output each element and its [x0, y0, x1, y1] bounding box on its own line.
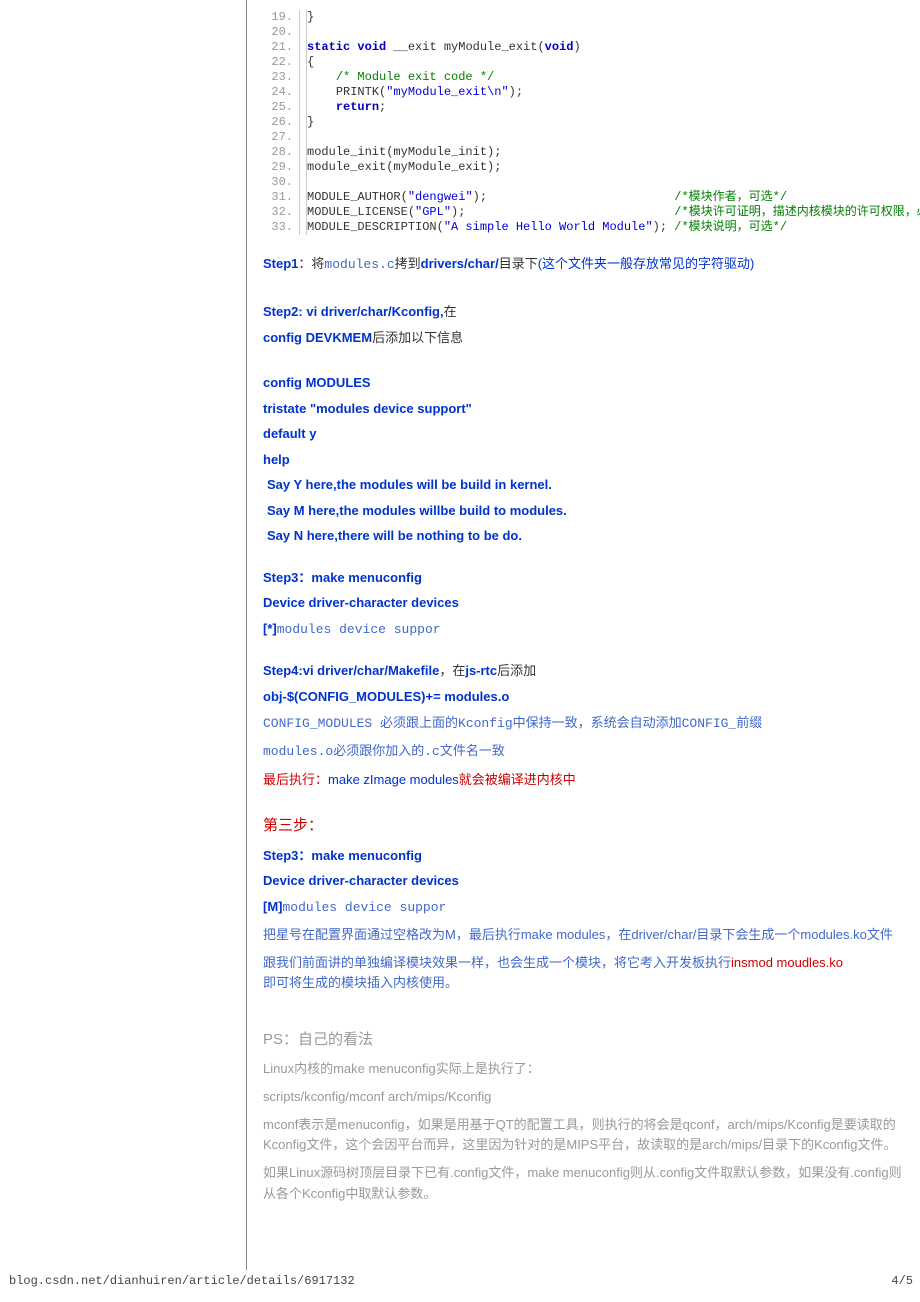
code-line: 29.module_exit(myModule_exit); — [263, 160, 912, 175]
code-line: 28.module_init(myModule_init); — [263, 145, 912, 160]
code-line: 27. — [263, 130, 912, 145]
page-footer: blog.csdn.net/dianhuiren/article/details… — [1, 1274, 920, 1292]
code-line: 30. — [263, 175, 912, 190]
code-line: 22.{ — [263, 55, 912, 70]
code-block: 19.} 20. 21.static void __exit myModule_… — [263, 10, 912, 235]
ps-section: PS：自己的看法 Linux内核的make menuconfig实际上是执行了：… — [263, 1028, 912, 1204]
step3a-section: Step3：make menuconfig Device driver-char… — [263, 568, 912, 640]
footer-url: blog.csdn.net/dianhuiren/article/details… — [9, 1274, 355, 1288]
code-line: 32.MODULE_LICENSE("GPL"); /*模块许可证明，描述内核模… — [263, 205, 912, 220]
code-line: 26.} — [263, 115, 912, 130]
code-line: 25. return; — [263, 100, 912, 115]
code-line: 23. /* Module exit code */ — [263, 70, 912, 85]
code-line: 24. PRINTK("myModule_exit\n"); — [263, 85, 912, 100]
page-container: 19.} 20. 21.static void __exit myModule_… — [246, 0, 920, 1270]
footer-page: 4/5 — [891, 1274, 913, 1288]
third-step-section: 第三步： Step3：make menuconfig Device driver… — [263, 814, 912, 993]
code-line: 21.static void __exit myModule_exit(void… — [263, 40, 912, 55]
code-line: 20. — [263, 25, 912, 40]
code-line: 31.MODULE_AUTHOR("dengwei"); /*模块作者，可选*/ — [263, 190, 912, 205]
code-line: 33.MODULE_DESCRIPTION("A simple Hello Wo… — [263, 220, 912, 235]
code-line: 19.} — [263, 10, 912, 25]
step4-section: Step4:vi driver/char/Makefile，在js-rtc后添加… — [263, 661, 912, 790]
step1-section: Step1：将modules.c拷到drivers/char/目录下(这个文件夹… — [263, 253, 912, 272]
step2-section: Step2: vi driver/char/Kconfig,在 config D… — [263, 302, 912, 546]
article-content: 19.} 20. 21.static void __exit myModule_… — [247, 10, 920, 1204]
